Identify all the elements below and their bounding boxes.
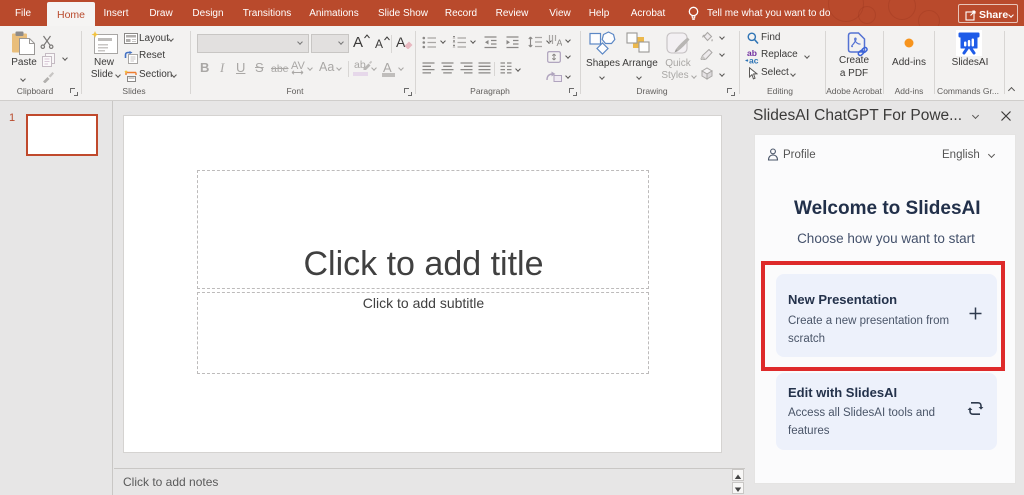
svg-text:A: A: [557, 38, 563, 47]
svg-text:ac: ac: [749, 56, 759, 65]
